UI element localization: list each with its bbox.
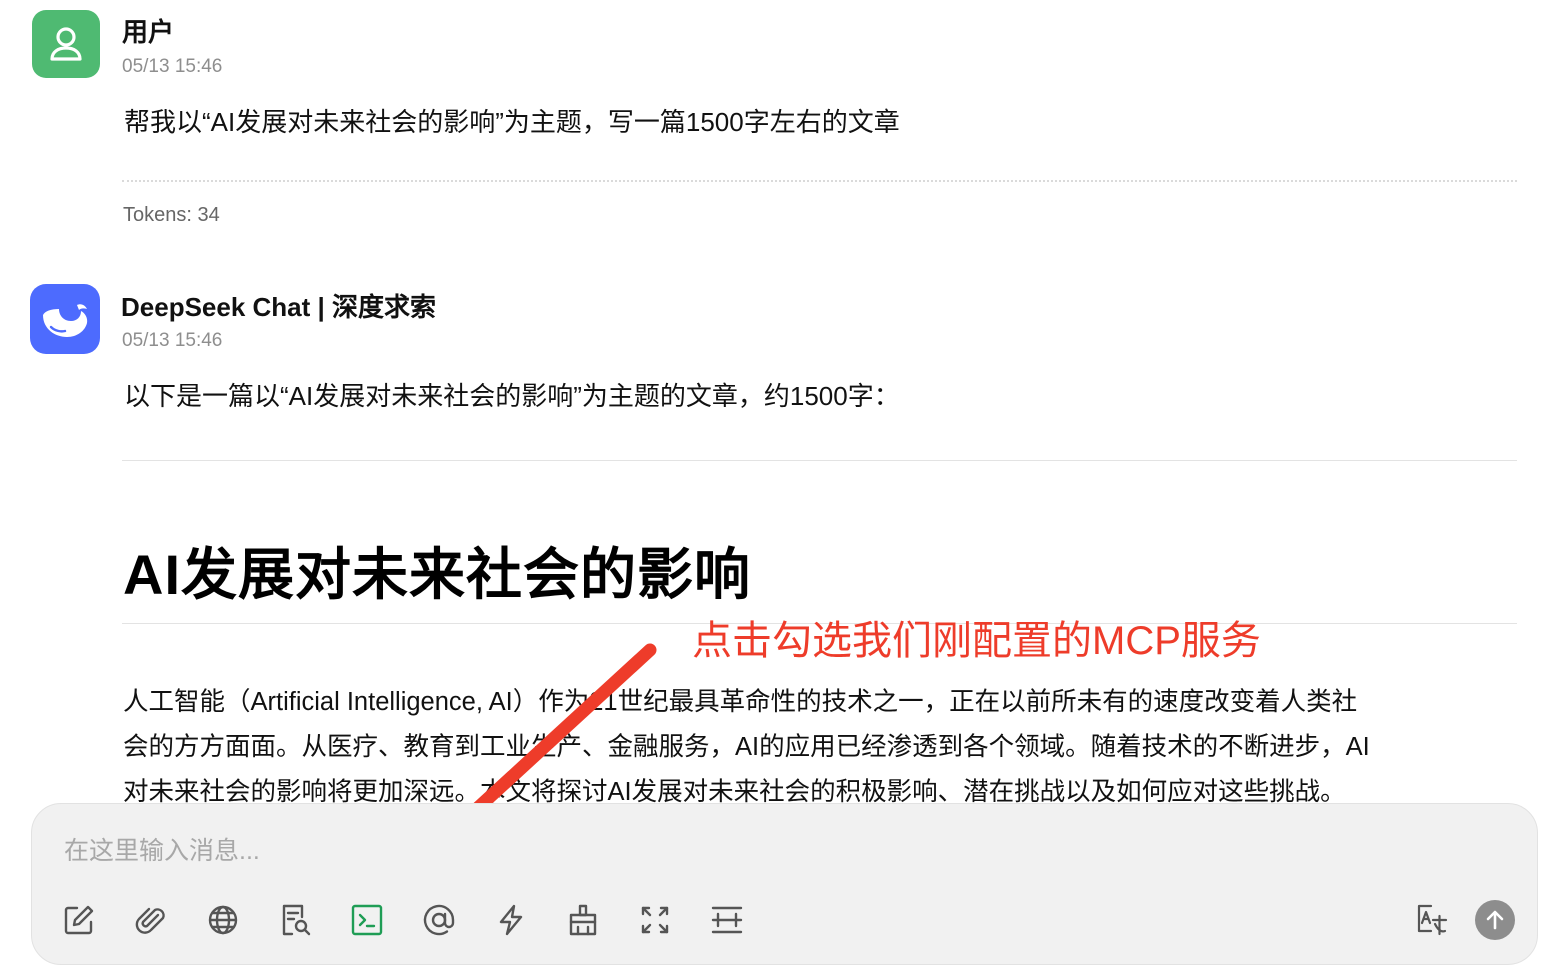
content-divider (122, 460, 1517, 461)
user-message-text: 帮我以“AI发展对未来社会的影响”为主题，写一篇1500字左右的文章 (124, 107, 900, 137)
article-paragraph: 人工智能（Artificial Intelligence, AI）作为21世纪最… (123, 680, 1523, 815)
paragraph-line: 会的方方面面。从医疗、教育到工业生产、金融服务，AI的应用已经渗透到各个领域。随… (123, 733, 1370, 761)
attachment-button[interactable] (131, 900, 171, 940)
globe-icon (208, 905, 238, 935)
arrow-up-icon (1486, 910, 1504, 930)
mcp-tools-button[interactable] (347, 900, 387, 940)
user-message-time: 05/13 15:46 (122, 56, 223, 77)
edit-icon (64, 905, 94, 935)
assistant-message-time: 05/13 15:46 (122, 330, 223, 351)
divider-icon (711, 906, 743, 934)
send-button[interactable] (1475, 900, 1515, 940)
assistant-avatar (30, 284, 100, 354)
whale-logo-icon (43, 304, 88, 337)
new-topic-button[interactable] (707, 900, 747, 940)
message-divider (122, 180, 1517, 182)
fullscreen-button[interactable] (635, 900, 675, 940)
translate-button[interactable] (1412, 900, 1452, 940)
at-mention-icon (423, 904, 455, 936)
lightning-icon (499, 904, 523, 936)
article-heading: AI发展对未来社会的影响 (123, 543, 751, 606)
translate-icon (1417, 904, 1448, 936)
assistant-intro-text: 以下是一篇以“AI发展对未来社会的影响”为主题的文章，约1500字： (124, 381, 900, 411)
message-composer (31, 803, 1538, 965)
document-search-icon (282, 904, 311, 936)
assistant-author-name: DeepSeek Chat | 深度求索 (121, 292, 437, 322)
mention-button[interactable] (419, 900, 459, 940)
annotation-text: 点击勾选我们刚配置的MCP服务 (692, 619, 1261, 663)
user-avatar (32, 10, 100, 78)
clear-context-button[interactable] (563, 900, 603, 940)
user-author-name: 用户 (122, 17, 175, 47)
broom-icon (569, 904, 597, 936)
message-input[interactable] (62, 830, 1366, 872)
paragraph-line: 人工智能（Artificial Intelligence, AI）作为21世纪最… (123, 688, 1358, 716)
quick-phrase-button[interactable] (491, 900, 531, 940)
attachment-icon (135, 907, 165, 934)
edit-button[interactable] (59, 900, 99, 940)
user-icon (50, 27, 82, 61)
token-count: Tokens: 34 (123, 204, 220, 226)
knowledge-search-button[interactable] (275, 900, 315, 940)
terminal-icon (351, 904, 383, 936)
fullscreen-icon (641, 906, 669, 934)
web-search-button[interactable] (203, 900, 243, 940)
